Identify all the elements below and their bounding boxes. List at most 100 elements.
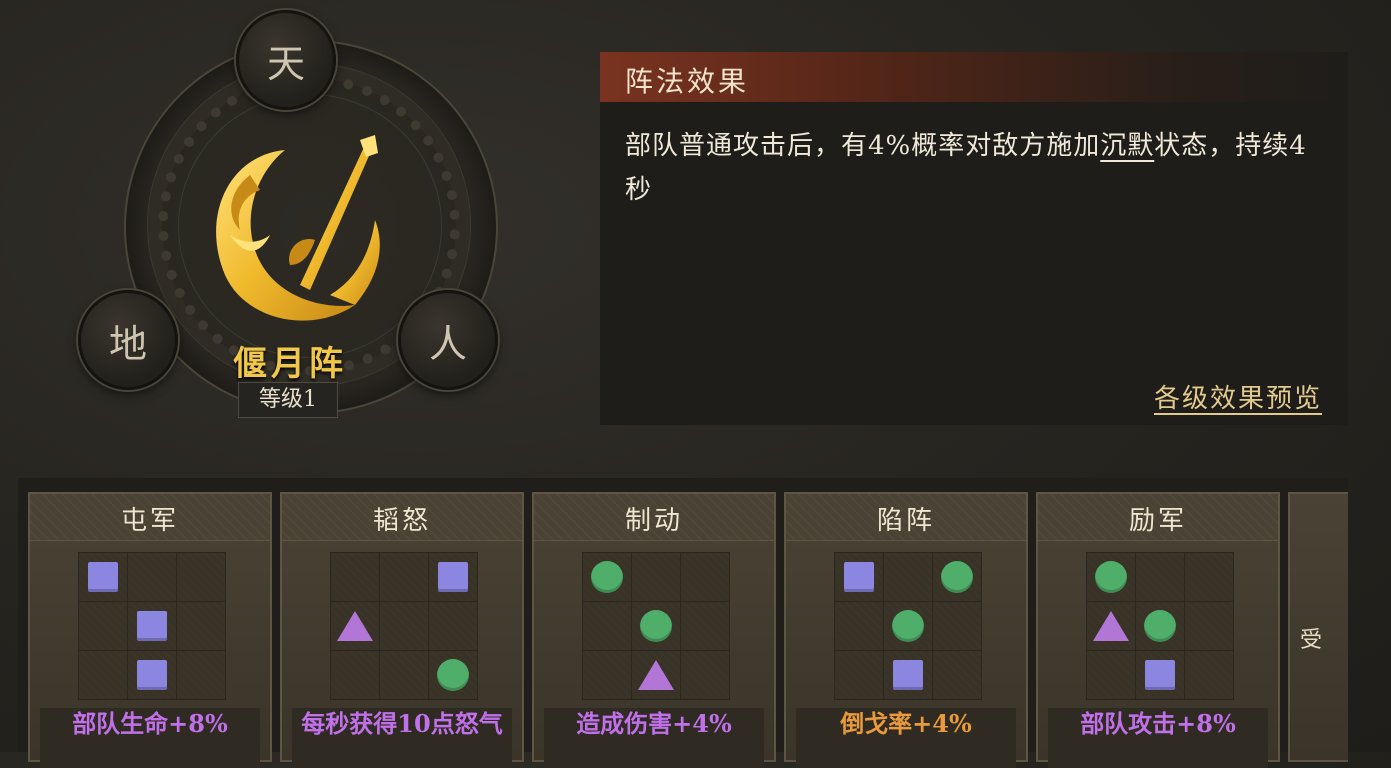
grid-cell: [1185, 602, 1233, 650]
tian-glyph: 天: [266, 41, 305, 86]
grid-cell: [429, 651, 477, 699]
partial-card-text: 受: [1300, 628, 1323, 653]
formation-card-strip[interactable]: 受 屯军 部队生命+8% 韬怒 每秒获得10点怒气 制动 造成伤害+4% 陷阵 倒戈率+4% 励…: [18, 478, 1348, 768]
grid-cell: [380, 602, 428, 650]
grid-cell: [128, 651, 176, 699]
grid-cell: [331, 602, 379, 650]
grid-cell: [583, 553, 631, 601]
formation-emblem: 天 地 人 偃月阵 等级1: [60, 0, 520, 450]
card-title: 屯军: [120, 506, 179, 536]
card-title: 励军: [1128, 506, 1187, 536]
grid-cell: [835, 553, 883, 601]
grid-cell: [429, 553, 477, 601]
grid-cell: [583, 651, 631, 699]
formation-card[interactable]: 韬怒每秒获得10点怒气: [280, 492, 524, 768]
square-unit-icon: [88, 562, 118, 592]
circle-unit-icon: [437, 659, 469, 691]
square-unit-icon: [137, 611, 167, 641]
card-effect-text: 倒戈率+4%: [796, 708, 1016, 768]
grid-cell: [177, 553, 225, 601]
grid-cell: [632, 602, 680, 650]
grid-cell: [632, 553, 680, 601]
grid-cell: [933, 602, 981, 650]
grid-cell: [429, 602, 477, 650]
ren-glyph: 人: [428, 321, 467, 366]
grid-cell: [1087, 553, 1135, 601]
silence-keyword-link[interactable]: 沉默: [1100, 131, 1154, 161]
ren-node[interactable]: 人: [398, 290, 498, 390]
grid-cell: [681, 602, 729, 650]
crescent-moon-blade-icon: [216, 135, 380, 321]
grid-cell: [884, 553, 932, 601]
grid-cell: [632, 651, 680, 699]
grid-cell: [1185, 553, 1233, 601]
grid-cell: [380, 651, 428, 699]
circle-unit-icon: [941, 561, 973, 593]
square-unit-icon: [844, 562, 874, 592]
square-unit-icon: [438, 562, 468, 592]
di-glyph: 地: [108, 321, 147, 366]
triangle-unit-icon: [337, 611, 373, 641]
card-header: 陷阵: [786, 494, 1026, 541]
grid-cell: [128, 602, 176, 650]
card-header: 制动: [534, 494, 774, 541]
formation-card[interactable]: 励军部队攻击+8%: [1036, 492, 1280, 768]
grid-cell: [1136, 553, 1184, 601]
formation-grid: [330, 552, 478, 700]
formation-card[interactable]: 屯军部队生命+8%: [28, 492, 272, 768]
level-badge: 等级1: [238, 382, 338, 418]
tian-node[interactable]: 天: [236, 10, 336, 110]
grid-cell: [884, 602, 932, 650]
effect-description-prefix: 部队普通攻击后，有4%概率对敌方施加: [625, 131, 1101, 161]
triangle-unit-icon: [1093, 611, 1129, 641]
grid-cell: [681, 651, 729, 699]
grid-cell: [331, 553, 379, 601]
circle-unit-icon: [591, 561, 623, 593]
card-header: 韬怒: [282, 494, 522, 541]
grid-cell: [933, 651, 981, 699]
card-effect-text: 部队生命+8%: [40, 708, 260, 768]
card-effect-text: 部队攻击+8%: [1048, 708, 1268, 768]
card-title: 陷阵: [876, 506, 935, 536]
effect-description: 部队普通攻击后，有4%概率对敌方施加沉默状态，持续4秒: [625, 124, 1325, 212]
formation-grid: [1086, 552, 1234, 700]
grid-cell: [79, 651, 127, 699]
grid-cell: [835, 651, 883, 699]
card-title: 制动: [624, 506, 683, 536]
circle-unit-icon: [892, 610, 924, 642]
grid-cell: [1185, 651, 1233, 699]
grid-cell: [128, 553, 176, 601]
triangle-unit-icon: [638, 660, 674, 690]
grid-cell: [933, 553, 981, 601]
grid-cell: [331, 651, 379, 699]
square-unit-icon: [893, 660, 923, 690]
grid-cell: [177, 651, 225, 699]
card-effect-text: 造成伤害+4%: [544, 708, 764, 768]
formation-card[interactable]: 陷阵倒戈率+4%: [784, 492, 1028, 768]
card-header: 屯军: [30, 494, 270, 541]
card-header: 励军: [1038, 494, 1278, 541]
formation-grid: [78, 552, 226, 700]
grid-cell: [1136, 602, 1184, 650]
circle-unit-icon: [1144, 610, 1176, 642]
grid-cell: [583, 602, 631, 650]
circle-unit-icon: [640, 610, 672, 642]
effect-title: 阵法效果: [625, 65, 750, 98]
grid-cell: [835, 602, 883, 650]
formation-grid: [834, 552, 982, 700]
level-effects-preview-link[interactable]: 各级效果预览: [1154, 378, 1322, 415]
grid-cell: [177, 602, 225, 650]
card-title: 韬怒: [372, 506, 431, 536]
di-node[interactable]: 地: [78, 290, 178, 390]
effect-panel: 阵法效果 部队普通攻击后，有4%概率对敌方施加沉默状态，持续4秒 各级效果预览: [600, 52, 1348, 425]
formation-card-partial[interactable]: 受: [1288, 492, 1348, 762]
effect-panel-header: 阵法效果: [600, 52, 1348, 102]
card-effect-text: 每秒获得10点怒气: [292, 708, 512, 768]
formation-grid: [582, 552, 730, 700]
grid-cell: [1087, 651, 1135, 699]
grid-cell: [884, 651, 932, 699]
grid-cell: [380, 553, 428, 601]
square-unit-icon: [137, 660, 167, 690]
grid-cell: [681, 553, 729, 601]
formation-card[interactable]: 制动造成伤害+4%: [532, 492, 776, 768]
